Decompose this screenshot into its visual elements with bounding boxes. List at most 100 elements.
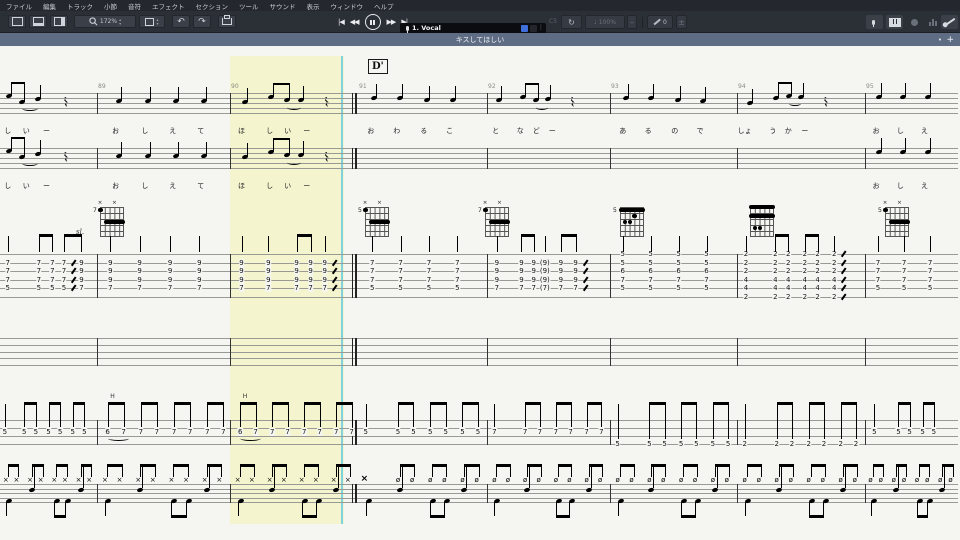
tab-number[interactable]: 9: [322, 276, 327, 284]
menu-item-3[interactable]: 小節: [104, 1, 117, 11]
tab-number[interactable]: 9: [558, 259, 563, 267]
hihat-note[interactable]: ø: [460, 477, 464, 483]
tab-number[interactable]: 5: [426, 284, 431, 292]
bass-tab-number[interactable]: 2: [838, 440, 843, 448]
bass-tab-number[interactable]: 5: [411, 428, 416, 436]
section-marker[interactable]: D': [368, 59, 388, 74]
bass-tab-number[interactable]: 7: [568, 428, 573, 436]
tab-number[interactable]: 5: [620, 284, 625, 292]
tab-number[interactable]: 7: [398, 259, 403, 267]
lyric[interactable]: お: [873, 126, 880, 136]
hihat-note[interactable]: ø: [396, 477, 400, 483]
tab-number[interactable]: 7: [369, 267, 374, 275]
chord-diagram[interactable]: ××7: [100, 207, 124, 237]
hihat-note[interactable]: ø: [537, 477, 541, 483]
tab-number[interactable]: 7: [455, 276, 460, 284]
lyric[interactable]: て: [197, 126, 204, 136]
snare-note[interactable]: [711, 487, 718, 493]
menu-item-1[interactable]: 編集: [43, 1, 56, 11]
tab-number[interactable]: 5: [676, 259, 681, 267]
tab-number[interactable]: 7: [875, 259, 880, 267]
tab-number[interactable]: (9): [539, 267, 550, 275]
lyric[interactable]: で: [697, 126, 704, 136]
loop-button[interactable]: ↻: [561, 15, 582, 29]
bass-tab-number[interactable]: 7: [253, 428, 258, 436]
tab-number[interactable]: 4: [785, 284, 790, 292]
hihat-note[interactable]: ø: [523, 477, 527, 483]
tab-number[interactable]: (7): [539, 284, 550, 292]
bass-tab-number[interactable]: 7: [334, 428, 339, 436]
tab-number[interactable]: 7: [36, 276, 41, 284]
tab-number[interactable]: 7: [426, 276, 431, 284]
bass-tab-number[interactable]: 7: [537, 428, 542, 436]
menu-item-11[interactable]: ヘルプ: [374, 1, 394, 11]
lyric[interactable]: い: [23, 126, 30, 136]
tab-number[interactable]: 9: [558, 276, 563, 284]
lyric[interactable]: し: [266, 126, 273, 136]
lyric[interactable]: ー: [549, 126, 556, 136]
lyric[interactable]: ー: [801, 126, 808, 136]
hihat-note[interactable]: ø: [839, 477, 843, 483]
bass-tab-number[interactable]: 5: [872, 428, 877, 436]
bass-tab-number[interactable]: 5: [428, 428, 433, 436]
tab-number[interactable]: 9: [79, 259, 84, 267]
bass-tab-number[interactable]: 2: [821, 440, 826, 448]
tab-number[interactable]: 5: [455, 284, 460, 292]
chord-diagram[interactable]: [750, 207, 774, 237]
hihat-note[interactable]: ø: [725, 477, 729, 483]
snare-note[interactable]: [524, 487, 531, 493]
hihat-note[interactable]: ×: [216, 477, 222, 483]
lyric[interactable]: る: [645, 126, 652, 136]
hihat-note[interactable]: ø: [442, 477, 446, 483]
snare-note[interactable]: [648, 487, 655, 493]
tab-number[interactable]: 4: [743, 276, 748, 284]
bass-tab-number[interactable]: 7: [205, 428, 210, 436]
tab-number[interactable]: 7: [455, 267, 460, 275]
tab-number[interactable]: 9: [239, 276, 244, 284]
tab-number[interactable]: 2: [773, 259, 778, 267]
tab-number[interactable]: 7: [426, 259, 431, 267]
snare-note[interactable]: [892, 487, 899, 493]
tab-number[interactable]: 7: [61, 276, 66, 284]
hihat-note[interactable]: ø: [938, 477, 942, 483]
fit-stepper[interactable]: ▴▾: [156, 18, 158, 26]
hihat-note[interactable]: ×: [38, 477, 44, 483]
bass-tab-number[interactable]: 5: [395, 428, 400, 436]
bass-tab-number[interactable]: 5: [647, 440, 652, 448]
tab-number[interactable]: 2: [815, 259, 820, 267]
tab-number[interactable]: 7: [676, 276, 681, 284]
tab-number[interactable]: 7: [5, 276, 10, 284]
tab-number[interactable]: 2: [743, 267, 748, 275]
tab-number[interactable]: 2: [743, 293, 748, 301]
tab-number[interactable]: 6: [676, 267, 681, 275]
lyric[interactable]: お: [873, 181, 880, 191]
hihat-note[interactable]: ø: [948, 477, 952, 483]
lyric[interactable]: しょ: [738, 126, 752, 136]
hihat-note[interactable]: ×: [102, 477, 108, 483]
hihat-note[interactable]: ø: [567, 477, 571, 483]
lyric[interactable]: え: [921, 126, 928, 136]
tab-number[interactable]: 7: [294, 284, 299, 292]
tab-number[interactable]: 9: [266, 259, 271, 267]
tab-number[interactable]: 7: [197, 284, 202, 292]
tab-number[interactable]: 2: [785, 293, 790, 301]
hihat-note[interactable]: ×: [27, 477, 33, 483]
tab-number[interactable]: 7: [455, 259, 460, 267]
tab-number[interactable]: 9: [519, 259, 524, 267]
bass-tab-number[interactable]: 7: [154, 428, 159, 436]
tab-number[interactable]: 5: [901, 284, 906, 292]
hihat-note[interactable]: ×: [62, 477, 68, 483]
menu-item-0[interactable]: ファイル: [6, 1, 32, 11]
tab-number[interactable]: 7: [875, 267, 880, 275]
bass-tab-number[interactable]: 5: [2, 428, 7, 436]
bass-tab-number[interactable]: 5: [725, 440, 730, 448]
drumkit-button[interactable]: [924, 15, 941, 29]
bass-tab-number[interactable]: 5: [363, 428, 368, 436]
zoom-control[interactable]: 172% ▴▾: [74, 15, 136, 28]
menu-item-9[interactable]: 表示: [307, 1, 320, 11]
tab-number[interactable]: 7: [61, 259, 66, 267]
hihat-note[interactable]: ø: [757, 477, 761, 483]
hihat-note[interactable]: ø: [647, 477, 651, 483]
bass-tab-number[interactable]: 5: [22, 428, 27, 436]
lyric[interactable]: と: [492, 126, 499, 136]
